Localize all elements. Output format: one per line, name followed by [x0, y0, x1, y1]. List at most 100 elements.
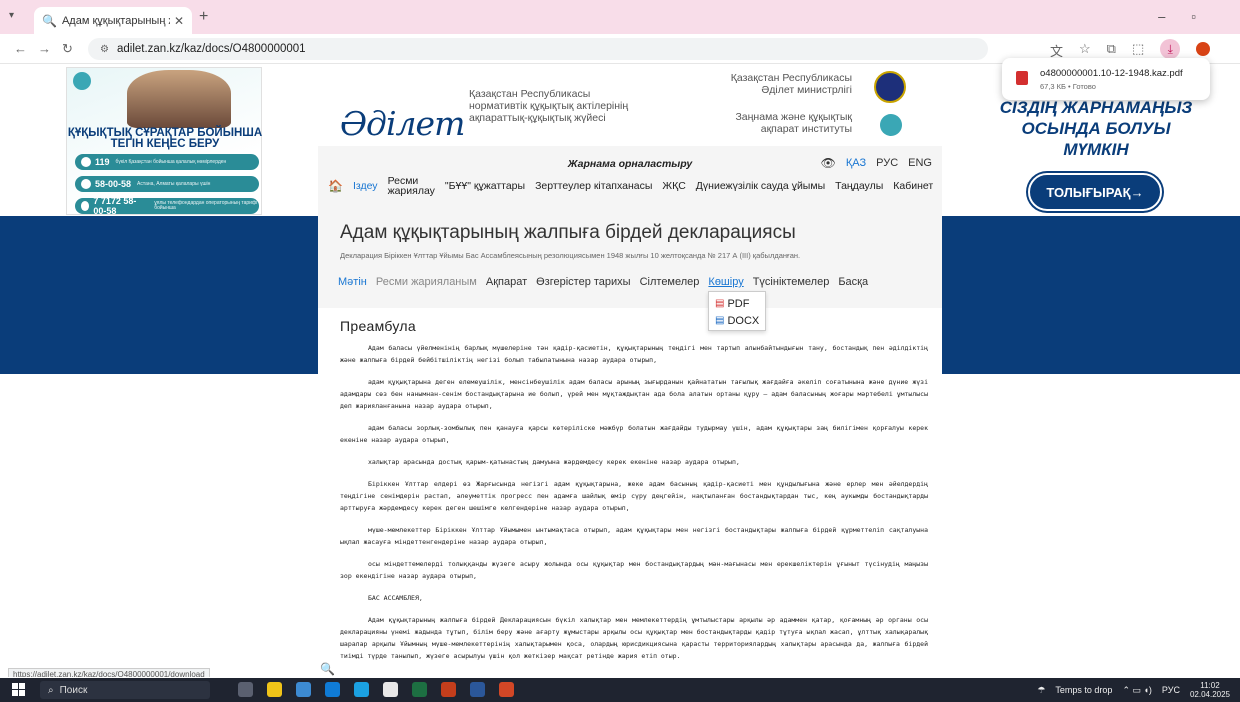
chrome-icon[interactable]: [383, 682, 398, 697]
advert-headline-line: ОСЫНДА БОЛУЫ: [1021, 119, 1171, 138]
windows-start-icon[interactable]: [12, 683, 25, 696]
url-text: adilet.zan.kz/kaz/docs/O4800000001: [116, 43, 306, 55]
eye-icon[interactable]: 👁: [821, 156, 836, 170]
tray-icons[interactable]: ⌃ ▭ ◖): [1122, 685, 1151, 696]
search-icon: ⌕: [48, 684, 54, 696]
nav-zhks[interactable]: ЖҚС: [662, 180, 685, 192]
paragraph: Адам баласы үйелменінің барлық мүшелерін…: [340, 344, 928, 364]
nav-official-line: жариялау: [387, 185, 435, 197]
left-advert[interactable]: ҚҰҚЫҚТЫҚ СҰРАҚТАР БОЙЫНША ТЕГІН КЕҢЕС БЕ…: [66, 67, 262, 216]
brand-subtitle-line: ақпараттық-құқықтық жүйесі: [469, 112, 606, 124]
nav-favorites[interactable]: Таңдаулы: [835, 180, 883, 192]
forward-icon[interactable]: →: [38, 41, 51, 56]
home-icon[interactable]: 🏠: [328, 179, 343, 193]
document-body: Преамбула Адам баласы үйелменінің барлық…: [340, 318, 928, 672]
nav-cabinet[interactable]: Кабинет: [893, 180, 933, 192]
lang-eng[interactable]: ENG: [908, 157, 932, 169]
tab-copy[interactable]: Көшіру: [708, 276, 743, 288]
paragraph: БАС АССАМБЛЕЯ,: [368, 594, 423, 602]
clock-date: 02.04.2025: [1189, 690, 1230, 699]
weather-text[interactable]: Temps to drop: [1055, 685, 1112, 695]
excel-icon[interactable]: [412, 682, 427, 697]
weather-icon[interactable]: ☂: [1037, 685, 1045, 696]
window-controls[interactable]: –▫: [1158, 9, 1222, 24]
profile-avatar[interactable]: [1196, 42, 1211, 56]
institute-logo-icon[interactable]: [880, 114, 902, 136]
search-favicon-icon: 🔍: [42, 13, 57, 28]
system-tray: ☂ Temps to drop ⌃ ▭ ◖) РУС 11:02 02.04.2…: [1037, 681, 1230, 699]
clock[interactable]: 11:02 02.04.2025: [1190, 681, 1230, 699]
taskbar-apps: [238, 682, 514, 697]
paragraph: адам баласы зорлық-зомбылық пен қанауға …: [340, 424, 928, 444]
address-bar[interactable]: ⚙ adilet.zan.kz/kaz/docs/O4800000001: [88, 38, 988, 60]
paragraph: адам құқықтарына деген елемеушілік, менс…: [340, 378, 928, 410]
tab-info[interactable]: Ақпарат: [486, 276, 527, 288]
web-page: ҚҰҚЫҚТЫҚ СҰРАҚТАР БОЙЫНША ТЕГІН КЕҢЕС БЕ…: [0, 64, 1240, 677]
file-explorer-icon[interactable]: [267, 682, 282, 697]
tab-title: Адам құқықтарының жалпыға: [61, 14, 170, 27]
mail-icon[interactable]: [325, 682, 340, 697]
main-nav: Жарнама орналастыру 👁 ҚАЗ РУС ENG 🏠 Ізде…: [318, 146, 942, 214]
tab-close-icon[interactable]: ✕: [174, 14, 184, 28]
taskbar: ⌕ Поиск ☂ Temps to drop ⌃ ▭ ◖) РУС 11:02…: [0, 678, 1240, 702]
app-icon[interactable]: [499, 682, 514, 697]
tab-history[interactable]: Өзгерістер тарихы: [536, 276, 630, 288]
advert-photo: [127, 70, 231, 128]
phone-note: бүкіл Қазақстан бойынша қалалық нөмірлер…: [115, 158, 227, 165]
clock-time: 11:02: [1200, 681, 1220, 690]
magnifier-icon[interactable]: 🔍: [320, 662, 335, 676]
paragraph: мүше-мемлекеттер Біріккен Ұлттар Ұйымыме…: [340, 526, 928, 546]
institute-line: Заңнама және құқықтық: [735, 111, 852, 123]
download-bubble[interactable]: o4800000001.10-12-1948.kaz.pdf 67,3 КБ •…: [1002, 58, 1210, 100]
nav-wto[interactable]: Дүниежүзілік сауда ұйымы: [696, 180, 825, 192]
ministry-label[interactable]: Қазақстан Республикасы Әділет министрліг…: [700, 72, 852, 96]
tab-references[interactable]: Сілтемелер: [640, 276, 700, 288]
input-language[interactable]: РУС: [1162, 685, 1180, 695]
nav-search[interactable]: Іздеу: [353, 180, 378, 192]
brand-subtitle: Қазақстан Республикасы нормативтік құқық…: [469, 88, 628, 124]
edge-icon[interactable]: [354, 682, 369, 697]
phone-number: 58-00-58: [95, 179, 132, 189]
powerpoint-icon[interactable]: [441, 682, 456, 697]
lang-kaz[interactable]: ҚАЗ: [846, 157, 866, 169]
reload-icon[interactable]: ↻: [62, 41, 73, 57]
advert-headline: СІЗДІҢ ЖАРНАМАҢЫЗ ОСЫНДА БОЛУЫ МҮМКІН: [998, 97, 1194, 160]
store-icon[interactable]: [296, 682, 311, 697]
taskbar-search[interactable]: ⌕ Поиск: [40, 681, 210, 699]
dropdown-docx-label: DOCX: [727, 314, 760, 327]
task-view-icon[interactable]: [238, 682, 253, 697]
download-filename[interactable]: o4800000001.10-12-1948.kaz.pdf: [1040, 68, 1183, 79]
ministry-emblem-icon[interactable]: [874, 71, 906, 103]
dropdown-pdf[interactable]: ▤ PDF: [715, 295, 759, 312]
institute-label[interactable]: Заңнама және құқықтық ақпарат институты: [700, 111, 852, 135]
browser-tabstrip: ▾ 🔍 Адам құқықтарының жалпыға ✕ + –▫: [0, 0, 1240, 34]
adilet-logo[interactable]: Әділет: [340, 104, 465, 143]
pdf-icon: ▤: [715, 298, 725, 309]
tab-search-icon[interactable]: ▾: [9, 10, 14, 21]
site-info-icon[interactable]: ⚙: [100, 44, 109, 55]
browser-tab[interactable]: 🔍 Адам құқықтарының жалпыға ✕: [34, 7, 192, 34]
tab-text[interactable]: Мәтін: [338, 276, 367, 288]
tab-comments[interactable]: Түсініктемелер: [753, 276, 830, 288]
new-tab-button[interactable]: +: [199, 8, 208, 26]
advert-headline-line: СІЗДІҢ ЖАРНАМАҢЫЗ: [999, 98, 1193, 117]
document-tabs: Мәтін Ресми жарияланым Ақпарат Өзгерісте…: [338, 276, 868, 288]
dropdown-docx[interactable]: ▤ DOCX: [715, 312, 759, 329]
phone-pill-3[interactable]: 7 7172 58-00-58 ұялы телефондардан опера…: [75, 196, 259, 216]
phone-icon: [81, 157, 91, 167]
download-icon[interactable]: ⤓: [1160, 39, 1181, 59]
nav-un-documents[interactable]: "БҰҰ" құжаттары: [445, 180, 525, 192]
tab-other[interactable]: Басқа: [838, 276, 868, 288]
ministry-line: Әділет министрлігі: [761, 84, 852, 96]
nav-research-library[interactable]: Зерттеулер кітапханасы: [535, 180, 652, 192]
tab-official-publication[interactable]: Ресми жарияланым: [376, 276, 477, 288]
dropdown-pdf-label: PDF: [727, 297, 750, 310]
nav-official-publication[interactable]: Ресми жариялау: [387, 176, 435, 197]
word-icon[interactable]: [470, 682, 485, 697]
lang-rus[interactable]: РУС: [876, 157, 898, 169]
more-button[interactable]: ТОЛЫҒЫРАҚ→: [1028, 173, 1162, 211]
phone-pill-1[interactable]: 119 бүкіл Қазақстан бойынша қалалық нөмі…: [75, 154, 259, 170]
phone-icon: [81, 179, 91, 189]
phone-pill-2[interactable]: 58-00-58 Астана, Алматы қалалары үшін: [75, 176, 259, 192]
back-icon[interactable]: ←: [14, 41, 27, 56]
